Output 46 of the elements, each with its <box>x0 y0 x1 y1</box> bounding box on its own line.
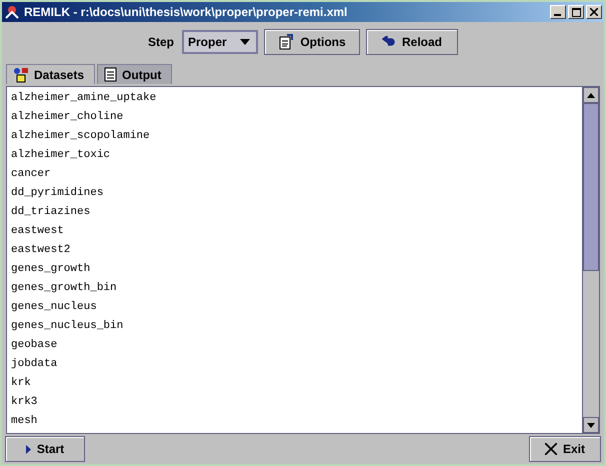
list-item[interactable]: alzheimer_toxic <box>11 146 578 165</box>
close-button[interactable] <box>586 5 602 19</box>
document-icon <box>104 67 118 82</box>
exit-button[interactable]: Exit <box>529 436 601 462</box>
tab[interactable]: Output <box>97 64 172 84</box>
caret-icon <box>240 39 250 45</box>
list-item[interactable]: alzheimer_scopolamine <box>11 127 578 146</box>
minimize-button[interactable] <box>550 5 566 19</box>
app-icon <box>4 4 20 20</box>
list-item[interactable]: genes_nucleus_bin <box>11 317 578 336</box>
list-item[interactable]: geobase <box>11 336 578 355</box>
down-arrow-icon <box>587 422 595 428</box>
list-item[interactable]: eastwest2 <box>11 241 578 260</box>
scroll-down-button[interactable] <box>583 417 599 433</box>
list-item[interactable]: cancer <box>11 165 578 184</box>
tab[interactable]: Datasets <box>6 64 96 84</box>
list-item[interactable]: genes_growth_bin <box>11 279 578 298</box>
list-item[interactable]: krk3 <box>11 393 578 412</box>
list-item[interactable]: alzheimer_amine_uptake <box>11 89 578 108</box>
list-item[interactable]: mesh <box>11 412 578 431</box>
scroll-thumb[interactable] <box>583 103 599 271</box>
shapes-icon <box>13 66 29 82</box>
list-item[interactable]: eastwest <box>11 222 578 241</box>
up-arrow-icon <box>587 92 595 98</box>
options-button[interactable]: Options <box>264 29 360 55</box>
list-item[interactable]: genes_growth <box>11 260 578 279</box>
list-item[interactable]: alzheimer_choline <box>11 108 578 127</box>
list-item[interactable]: genes_nucleus <box>11 298 578 317</box>
undo-arrow-icon <box>382 36 396 48</box>
list-item[interactable]: dd_pyrimidines <box>11 184 578 203</box>
maximize-button[interactable] <box>568 5 584 19</box>
list-item[interactable]: jobdata <box>11 355 578 374</box>
step-label: Step <box>148 35 174 49</box>
list-item[interactable]: dd_triazines <box>11 203 578 222</box>
close-icon <box>590 8 598 16</box>
window-title: REMILK - r:\docs\uni\thesis\work\proper\proper-remi.xml <box>24 5 348 19</box>
list-item[interactable]: krk <box>11 374 578 393</box>
close-icon <box>544 443 557 455</box>
clipboard-icon <box>278 34 294 50</box>
reload-button[interactable]: Reload <box>366 29 458 55</box>
step-dropdown[interactable]: Proper <box>182 30 258 54</box>
start-button[interactable]: Start <box>5 436 85 462</box>
maximize-icon <box>572 8 580 16</box>
scrollbar[interactable] <box>582 87 599 433</box>
play-icon <box>26 444 31 454</box>
scroll-up-button[interactable] <box>583 87 599 103</box>
